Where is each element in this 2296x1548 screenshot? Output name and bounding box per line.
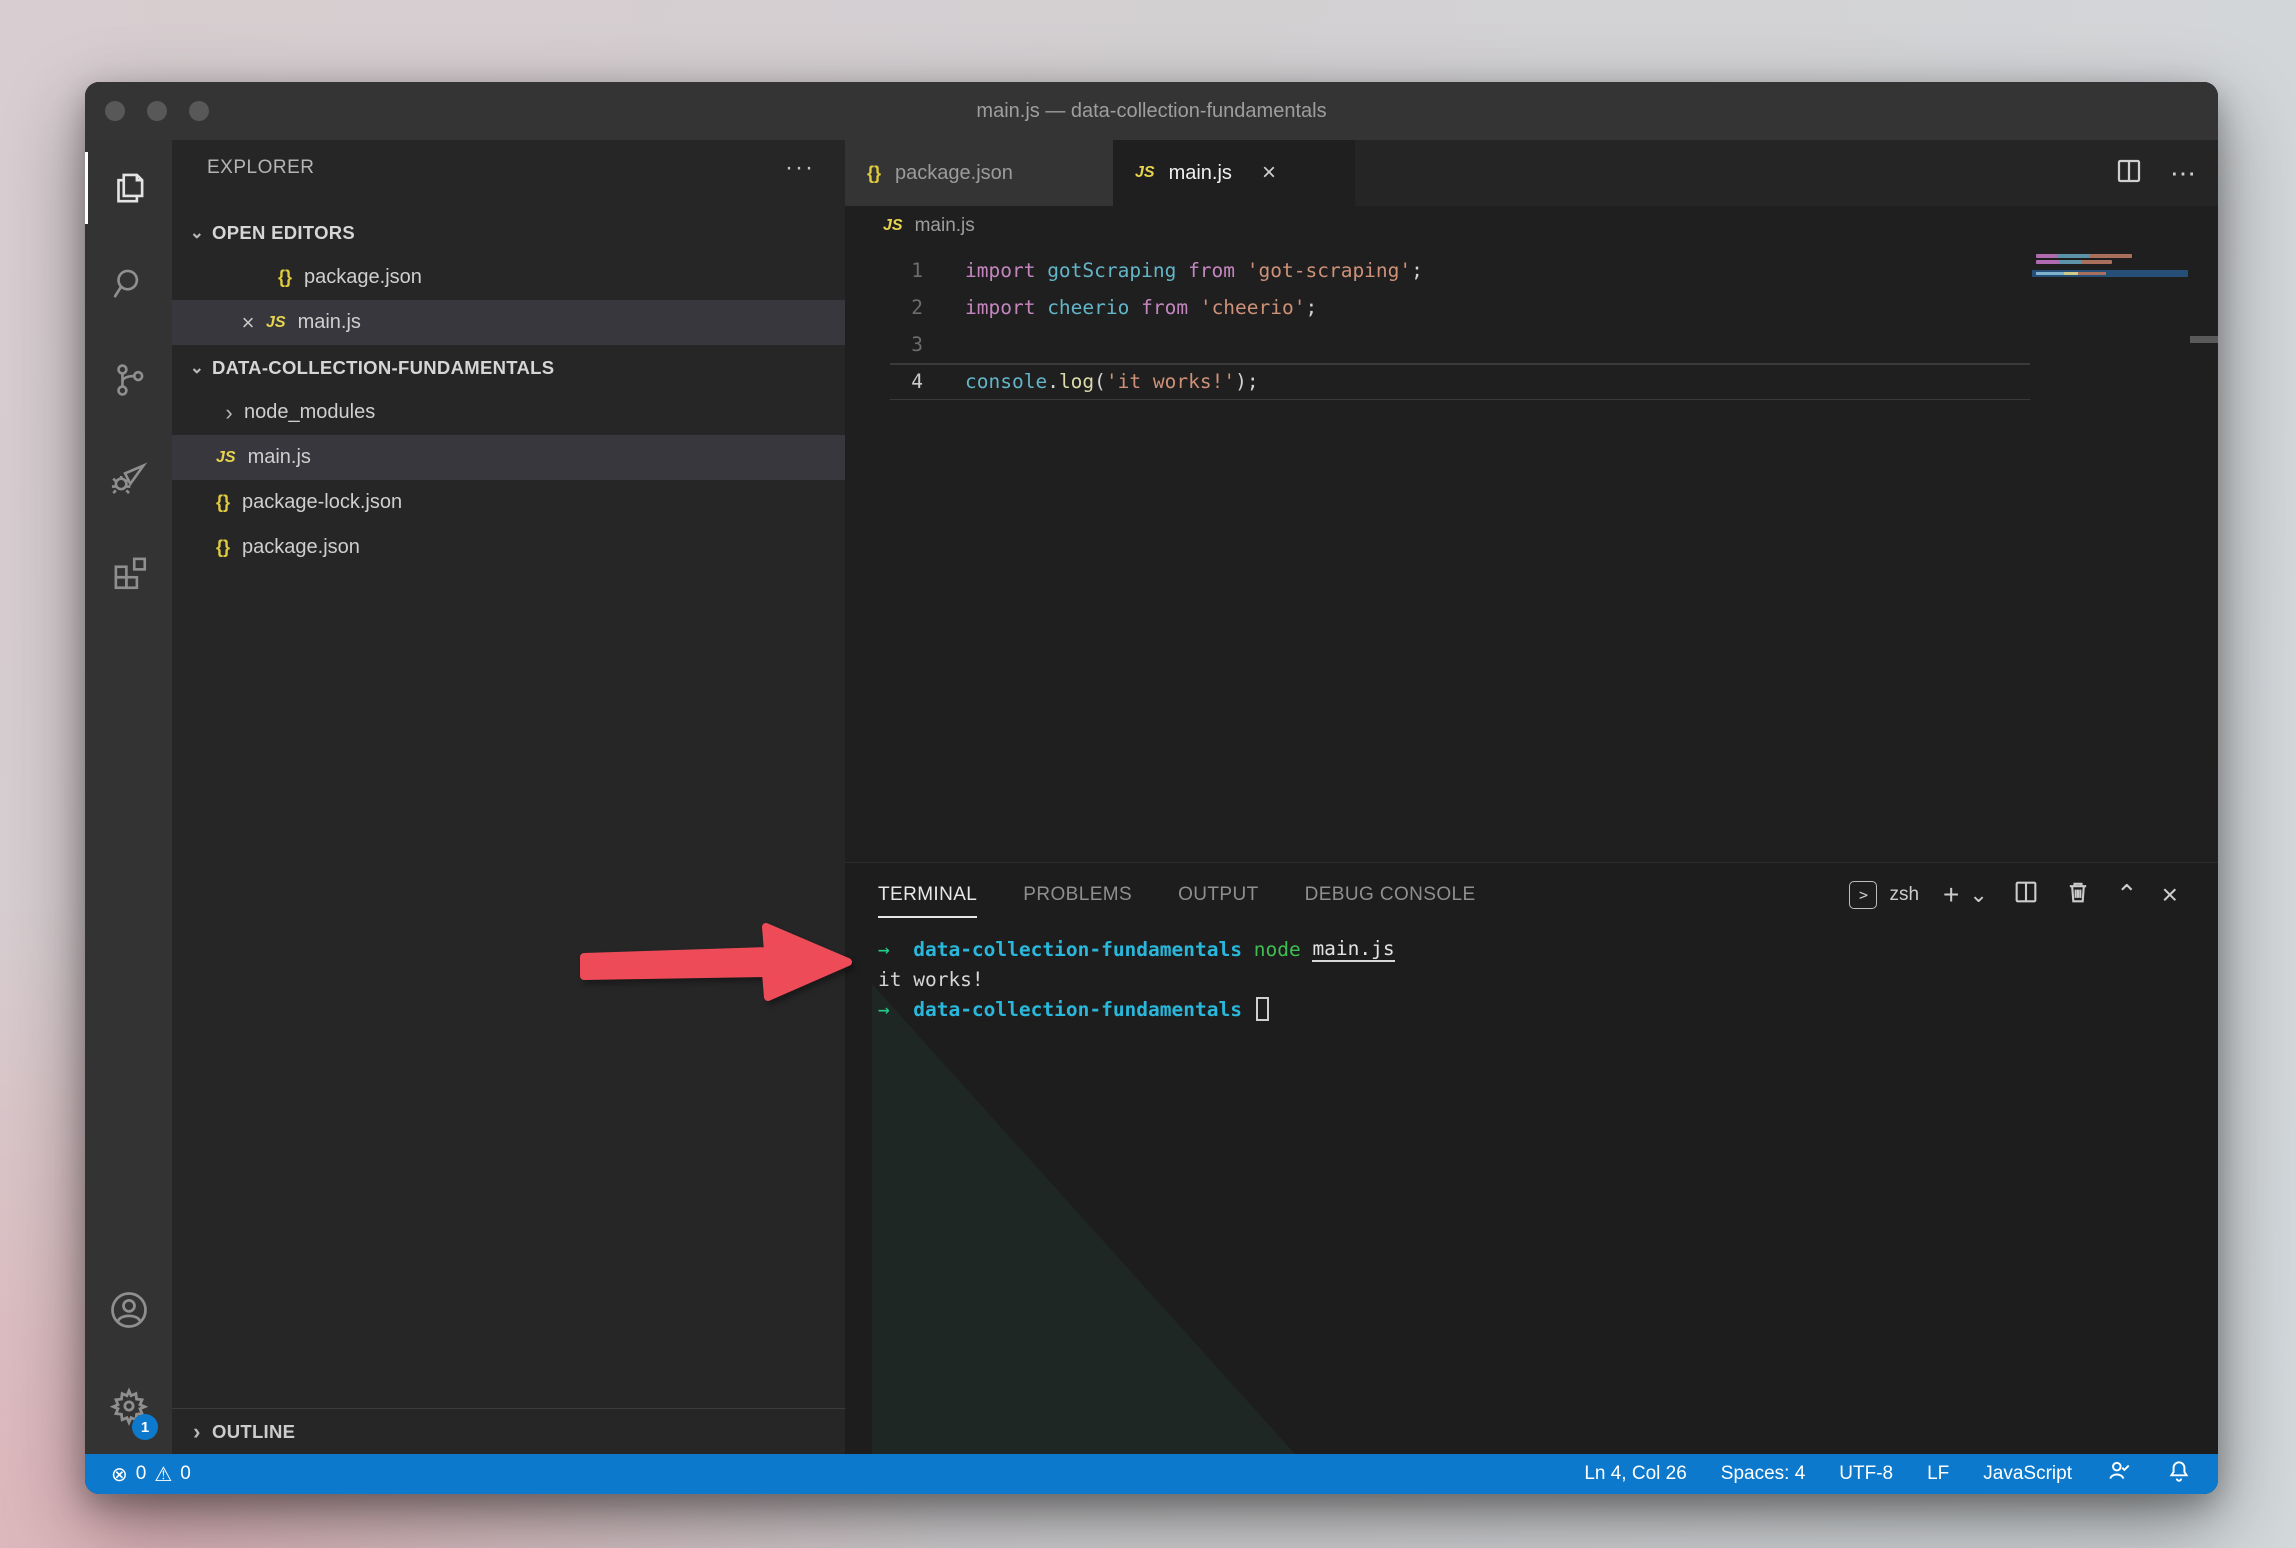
- feedback-icon[interactable]: [2106, 1458, 2132, 1490]
- sidebar-title: EXPLORER: [207, 157, 314, 179]
- indentation-status[interactable]: Spaces: 4: [1721, 1463, 1806, 1485]
- tab-problems[interactable]: PROBLEMS: [1023, 863, 1132, 926]
- tab-debug-console[interactable]: DEBUG CONSOLE: [1305, 863, 1476, 926]
- breadcrumb[interactable]: JS main.js: [845, 206, 2218, 246]
- maximize-panel-icon[interactable]: ⌃: [2116, 879, 2138, 910]
- tree-item-package-json[interactable]: {} package.json: [172, 525, 845, 570]
- encoding-status[interactable]: UTF-8: [1839, 1463, 1893, 1485]
- js-file-icon: JS: [883, 217, 903, 235]
- notifications-bell-icon[interactable]: [2166, 1458, 2192, 1490]
- source-control-icon[interactable]: [85, 332, 172, 428]
- tree-item-package-lock-json[interactable]: {} package-lock.json: [172, 480, 845, 525]
- terminal-watermark: [845, 984, 1295, 1454]
- breadcrumb-file: main.js: [915, 215, 975, 237]
- terminal-output-line: it works!: [878, 964, 2218, 994]
- close-panel-icon[interactable]: ×: [2162, 879, 2178, 911]
- run-debug-icon[interactable]: [85, 428, 172, 524]
- terminal-cursor: [1256, 997, 1269, 1021]
- tab-main-js[interactable]: JS main.js ×: [1113, 140, 1355, 206]
- terminal-dropdown-icon[interactable]: ⌄: [1969, 882, 1987, 908]
- json-file-icon: {}: [867, 163, 881, 184]
- outline-section-header[interactable]: › OUTLINE: [172, 1408, 845, 1454]
- chevron-down-icon: ⌄: [182, 223, 212, 243]
- chevron-down-icon: ⌄: [182, 358, 212, 378]
- code-line-1: 1 import gotScraping from 'got-scraping'…: [845, 252, 2030, 289]
- cursor-position-status[interactable]: Ln 4, Col 26: [1584, 1463, 1686, 1485]
- terminal-shell-icon: >: [1849, 881, 1877, 909]
- minimap[interactable]: [2030, 246, 2190, 646]
- code-line-3: 3: [845, 326, 2030, 363]
- tab-terminal[interactable]: TERMINAL: [878, 863, 977, 926]
- open-editor-package-json[interactable]: {} package.json: [172, 255, 845, 300]
- settings-gear-icon[interactable]: 1: [85, 1358, 172, 1454]
- activity-bar: 1: [85, 140, 172, 1454]
- title-bar: main.js — data-collection-fundamentals: [85, 82, 2218, 140]
- terminal-panel: TERMINAL PROBLEMS OUTPUT DEBUG CONSOLE >…: [845, 862, 2218, 1454]
- minimize-window-button[interactable]: [147, 101, 167, 121]
- explorer-sidebar: EXPLORER ··· ⌄ OPEN EDITORS {} package.j…: [172, 140, 845, 1454]
- close-editor-icon[interactable]: ×: [230, 310, 266, 336]
- split-editor-icon[interactable]: [2114, 156, 2144, 191]
- zoom-window-button[interactable]: [189, 101, 209, 121]
- tab-package-json[interactable]: {} package.json: [845, 140, 1113, 206]
- explorer-actions-icon[interactable]: ···: [785, 154, 815, 182]
- search-icon[interactable]: [85, 236, 172, 332]
- tab-output[interactable]: OUTPUT: [1178, 863, 1259, 926]
- terminal-prompt-line: → data-collection-fundamentals: [878, 994, 2218, 1024]
- code-line-2: 2 import cheerio from 'cheerio';: [845, 289, 2030, 326]
- status-bar: ⊗ 0 ⚠ 0 Ln 4, Col 26 Spaces: 4 UTF-8 LF …: [85, 1454, 2218, 1494]
- close-tab-icon[interactable]: ×: [1262, 159, 1276, 187]
- kill-terminal-icon[interactable]: [2064, 878, 2092, 911]
- chevron-right-icon: ›: [182, 1419, 212, 1445]
- traffic-lights: [105, 82, 209, 140]
- terminal-command-line: → data-collection-fundamentals node main…: [878, 934, 2218, 964]
- shell-name-label: zsh: [1889, 884, 1919, 906]
- vscode-window: main.js — data-collection-fundamentals: [85, 82, 2218, 1494]
- terminal-output[interactable]: → data-collection-fundamentals node main…: [845, 926, 2218, 1024]
- problems-status[interactable]: ⊗ 0 ⚠ 0: [111, 1462, 191, 1487]
- js-file-icon: JS: [216, 449, 236, 467]
- code-line-4: 4 console.log('it works!');: [845, 363, 2030, 400]
- split-terminal-icon[interactable]: [2012, 878, 2040, 911]
- js-file-icon: JS: [266, 314, 286, 332]
- tree-item-node-modules[interactable]: › node_modules: [172, 390, 845, 435]
- panel-header: TERMINAL PROBLEMS OUTPUT DEBUG CONSOLE >…: [845, 863, 2218, 926]
- eol-status[interactable]: LF: [1927, 1463, 1949, 1485]
- explorer-icon[interactable]: [85, 140, 172, 236]
- tree-item-main-js[interactable]: JS main.js: [172, 435, 845, 480]
- editor-scrollbar[interactable]: [2190, 336, 2218, 343]
- js-file-icon: JS: [1135, 164, 1155, 182]
- warnings-icon: ⚠: [154, 1462, 172, 1487]
- account-icon[interactable]: [85, 1262, 172, 1358]
- errors-icon: ⊗: [111, 1462, 128, 1487]
- open-editor-main-js[interactable]: × JS main.js: [172, 300, 845, 345]
- json-file-icon: {}: [278, 267, 292, 288]
- settings-badge: 1: [132, 1414, 158, 1440]
- workspace-folder-header[interactable]: ⌄ DATA-COLLECTION-FUNDAMENTALS: [172, 345, 845, 390]
- extensions-icon[interactable]: [85, 524, 172, 620]
- new-terminal-icon[interactable]: +: [1943, 879, 1959, 911]
- language-mode-status[interactable]: JavaScript: [1983, 1463, 2072, 1485]
- chevron-right-icon: ›: [214, 400, 244, 426]
- open-editors-header[interactable]: ⌄ OPEN EDITORS: [172, 210, 845, 255]
- json-file-icon: {}: [216, 537, 230, 558]
- window-title: main.js — data-collection-fundamentals: [976, 100, 1326, 123]
- more-actions-icon[interactable]: ⋯: [2170, 158, 2196, 189]
- code-editor[interactable]: 1 import gotScraping from 'got-scraping'…: [845, 246, 2218, 862]
- close-window-button[interactable]: [105, 101, 125, 121]
- editor-tabs-bar: {} package.json JS main.js × ⋯: [845, 140, 2218, 206]
- json-file-icon: {}: [216, 492, 230, 513]
